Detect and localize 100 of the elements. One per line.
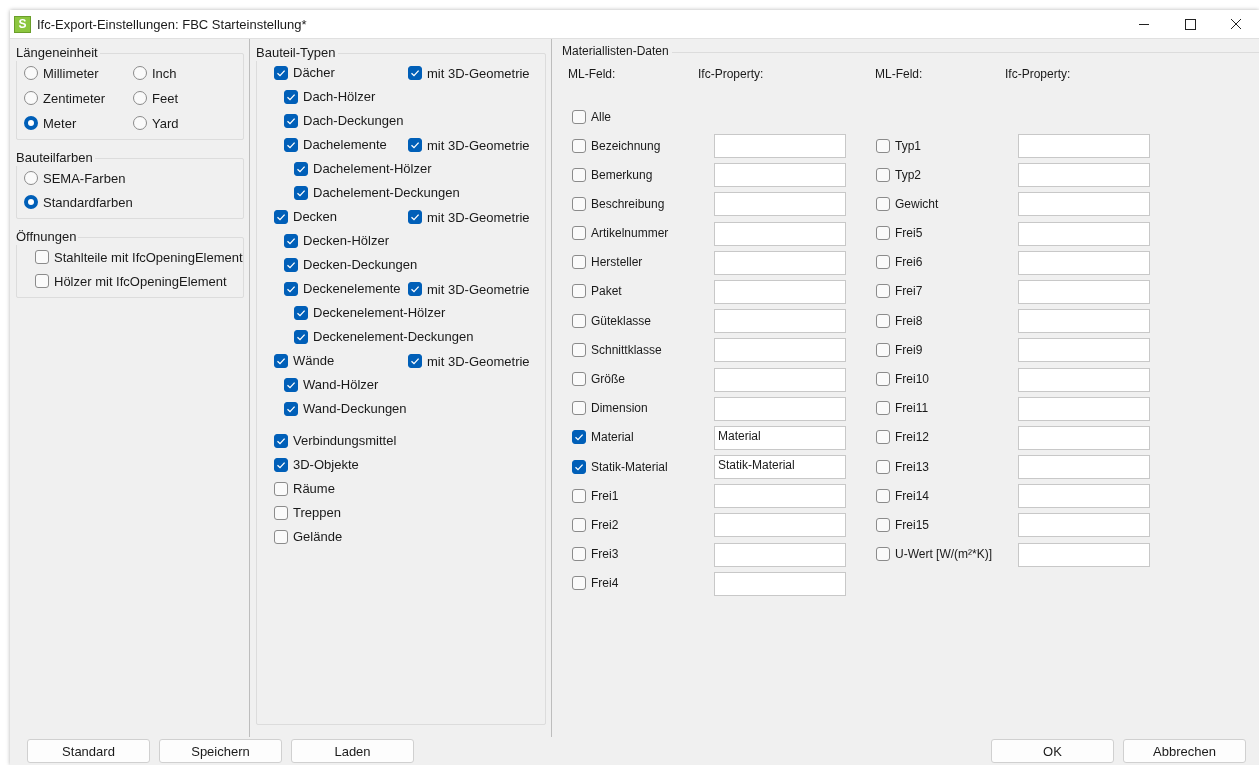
checkbox[interactable] — [284, 137, 298, 152]
checkbox[interactable] — [876, 167, 890, 182]
radio-button[interactable] — [24, 171, 38, 185]
checkbox[interactable] — [408, 138, 422, 152]
property-field[interactable] — [714, 396, 846, 421]
checkbox[interactable] — [284, 257, 298, 272]
checkbox[interactable] — [274, 433, 288, 448]
property-field[interactable] — [1018, 484, 1150, 509]
property-field[interactable] — [714, 309, 846, 334]
checkbox[interactable] — [408, 66, 422, 80]
property-field[interactable]: Statik-Material — [714, 455, 846, 480]
checkbox[interactable] — [572, 226, 586, 241]
property-field[interactable]: Material — [714, 425, 846, 450]
property-field[interactable] — [1018, 192, 1150, 217]
checkbox[interactable] — [284, 281, 298, 296]
radio-button[interactable] — [24, 195, 38, 209]
checkbox[interactable] — [876, 459, 890, 474]
property-field[interactable] — [1018, 250, 1150, 275]
property-field[interactable] — [714, 192, 846, 217]
property-field[interactable] — [714, 279, 846, 304]
property-field[interactable] — [714, 163, 846, 188]
property-field[interactable] — [714, 221, 846, 246]
dialog-button[interactable]: Standard — [27, 739, 150, 763]
checkbox[interactable] — [572, 430, 586, 445]
property-field[interactable] — [1018, 396, 1150, 421]
checkbox[interactable] — [274, 529, 288, 544]
property-field[interactable] — [1018, 513, 1150, 538]
property-field[interactable] — [714, 338, 846, 363]
property-field[interactable] — [1018, 309, 1150, 334]
checkbox[interactable] — [274, 505, 288, 520]
checkbox[interactable] — [876, 517, 890, 532]
checkbox[interactable] — [274, 457, 288, 472]
property-field[interactable] — [1018, 542, 1150, 567]
radio-button[interactable] — [24, 91, 38, 105]
radio-button[interactable] — [24, 66, 38, 80]
checkbox[interactable] — [294, 185, 308, 200]
checkbox[interactable] — [876, 430, 890, 445]
property-field[interactable] — [1018, 455, 1150, 480]
checkbox[interactable] — [876, 255, 890, 270]
dialog-button[interactable]: Laden — [291, 739, 414, 763]
checkbox[interactable] — [274, 353, 288, 368]
property-field[interactable] — [1018, 221, 1150, 246]
checkbox[interactable] — [876, 488, 890, 503]
checkbox[interactable] — [572, 196, 586, 211]
property-field[interactable] — [714, 571, 846, 596]
radio-button[interactable] — [133, 91, 147, 105]
property-field[interactable] — [1018, 338, 1150, 363]
checkbox[interactable] — [572, 547, 586, 562]
checkbox[interactable] — [35, 250, 49, 264]
checkbox[interactable] — [572, 459, 586, 474]
property-field[interactable] — [714, 484, 846, 509]
checkbox[interactable] — [408, 282, 422, 296]
radio-button[interactable] — [133, 116, 147, 130]
checkbox[interactable] — [876, 226, 890, 241]
checkbox[interactable] — [572, 517, 586, 532]
checkbox[interactable] — [572, 167, 586, 182]
checkbox[interactable] — [572, 401, 586, 416]
property-field[interactable] — [1018, 279, 1150, 304]
checkbox[interactable] — [274, 481, 288, 496]
property-field[interactable] — [714, 513, 846, 538]
checkbox[interactable] — [876, 401, 890, 416]
checkbox[interactable] — [284, 377, 298, 392]
checkbox[interactable] — [572, 372, 586, 386]
dialog-button[interactable]: OK — [991, 739, 1114, 763]
checkbox[interactable] — [294, 329, 308, 344]
checkbox[interactable] — [274, 65, 288, 80]
radio-button[interactable] — [133, 66, 147, 80]
checkbox[interactable] — [274, 209, 288, 224]
checkbox[interactable] — [572, 488, 586, 503]
radio-button[interactable] — [24, 116, 38, 130]
checkbox[interactable] — [572, 255, 586, 270]
checkbox[interactable] — [876, 342, 890, 357]
checkbox[interactable] — [876, 284, 890, 299]
checkbox[interactable] — [572, 110, 586, 124]
dialog-button[interactable]: Speichern — [159, 739, 282, 763]
checkbox[interactable] — [284, 233, 298, 248]
property-field[interactable] — [714, 250, 846, 275]
checkbox[interactable] — [876, 547, 890, 562]
property-field[interactable] — [714, 542, 846, 567]
checkbox[interactable] — [876, 372, 890, 386]
property-field[interactable] — [1018, 367, 1150, 392]
checkbox[interactable] — [572, 576, 586, 591]
checkbox[interactable] — [294, 161, 308, 176]
property-field[interactable] — [1018, 163, 1150, 188]
property-field[interactable] — [1018, 134, 1150, 158]
checkbox[interactable] — [284, 113, 298, 128]
property-field[interactable] — [1018, 425, 1150, 450]
property-field[interactable] — [714, 367, 846, 392]
checkbox[interactable] — [876, 313, 890, 328]
checkbox[interactable] — [572, 313, 586, 328]
checkbox[interactable] — [294, 305, 308, 320]
checkbox[interactable] — [408, 210, 422, 224]
checkbox[interactable] — [572, 284, 586, 299]
checkbox[interactable] — [572, 342, 586, 357]
checkbox[interactable] — [572, 138, 586, 153]
property-field[interactable] — [714, 134, 846, 158]
checkbox[interactable] — [284, 401, 298, 416]
checkbox[interactable] — [876, 196, 890, 211]
checkbox[interactable] — [35, 274, 49, 288]
checkbox[interactable] — [876, 138, 890, 153]
